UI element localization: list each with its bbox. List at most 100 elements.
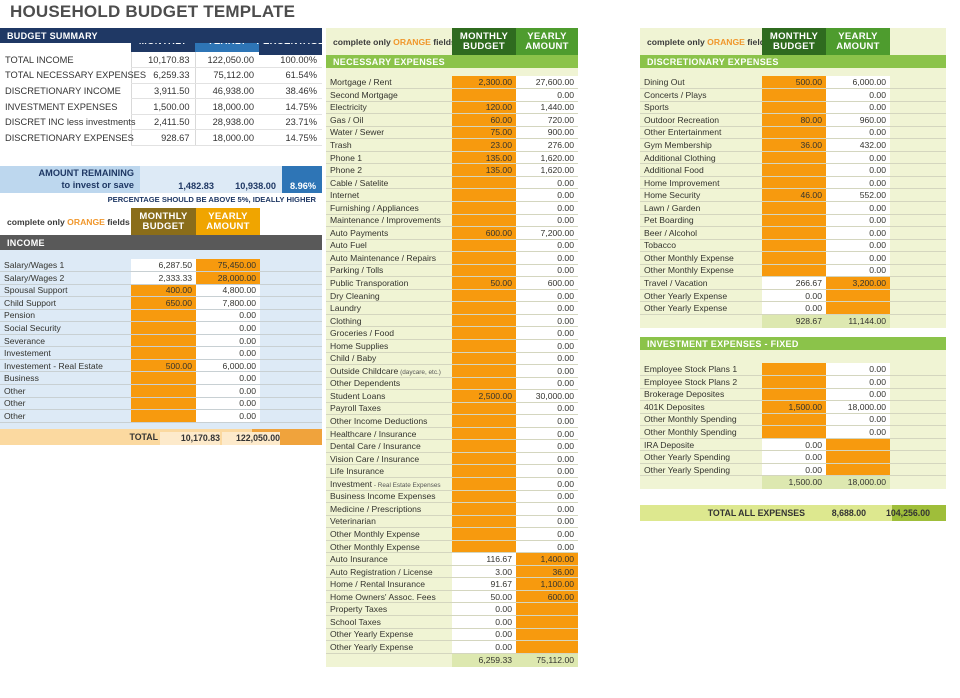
row-yearly-value[interactable]: 18,000.00 bbox=[826, 400, 890, 414]
row-monthly-value[interactable] bbox=[452, 301, 516, 315]
row-yearly-value[interactable]: 0.00 bbox=[826, 176, 890, 190]
row-monthly-value[interactable] bbox=[762, 425, 826, 439]
row-yearly-value[interactable]: 432.00 bbox=[826, 138, 890, 152]
row-yearly-value[interactable]: 0.00 bbox=[516, 402, 578, 416]
row-yearly-value[interactable]: 0.00 bbox=[826, 251, 890, 265]
row-yearly-value[interactable]: 0.00 bbox=[516, 527, 578, 541]
row-monthly-value[interactable]: 500.00 bbox=[131, 359, 196, 373]
row-monthly-value[interactable] bbox=[452, 88, 516, 102]
row-monthly-value[interactable] bbox=[131, 397, 196, 411]
row-yearly-value[interactable]: 0.00 bbox=[826, 151, 890, 165]
row-yearly-value[interactable]: 0.00 bbox=[826, 239, 890, 253]
row-yearly-value[interactable]: 27,600.00 bbox=[516, 76, 578, 90]
row-monthly-value[interactable]: 75.00 bbox=[452, 126, 516, 140]
row-yearly-value[interactable]: 0.00 bbox=[516, 540, 578, 554]
row-monthly-value[interactable]: 135.00 bbox=[452, 151, 516, 165]
row-monthly-value[interactable] bbox=[762, 375, 826, 389]
row-yearly-value[interactable]: 960.00 bbox=[826, 113, 890, 127]
row-yearly-value[interactable]: 0.00 bbox=[196, 309, 260, 323]
row-monthly-value[interactable]: 1,500.00 bbox=[762, 400, 826, 414]
row-monthly-value[interactable]: 60.00 bbox=[452, 113, 516, 127]
row-monthly-value[interactable] bbox=[452, 264, 516, 278]
row-yearly-value[interactable]: 0.00 bbox=[196, 409, 260, 423]
row-yearly-value[interactable]: 1,400.00 bbox=[516, 552, 578, 566]
row-yearly-value[interactable]: 0.00 bbox=[516, 364, 578, 378]
row-yearly-value[interactable]: 0.00 bbox=[826, 201, 890, 215]
necessary-tab-yearly-amount[interactable]: YEARLY AMOUNT bbox=[516, 28, 578, 55]
row-yearly-value[interactable]: 0.00 bbox=[516, 201, 578, 215]
row-monthly-value[interactable] bbox=[762, 226, 826, 240]
row-monthly-value[interactable] bbox=[131, 346, 196, 360]
row-yearly-value[interactable]: 720.00 bbox=[516, 113, 578, 127]
row-monthly-value[interactable]: 91.67 bbox=[452, 577, 516, 591]
row-monthly-value[interactable] bbox=[131, 334, 196, 348]
row-yearly-value[interactable]: 0.00 bbox=[826, 413, 890, 427]
row-monthly-value[interactable]: 0.00 bbox=[762, 289, 826, 303]
row-monthly-value[interactable] bbox=[452, 515, 516, 529]
row-yearly-value[interactable]: 0.00 bbox=[516, 176, 578, 190]
row-yearly-value[interactable]: 0.00 bbox=[196, 371, 260, 385]
row-yearly-value[interactable]: 0.00 bbox=[196, 397, 260, 411]
row-yearly-value[interactable]: 36.00 bbox=[516, 565, 578, 579]
row-yearly-value[interactable]: 0.00 bbox=[516, 490, 578, 504]
row-monthly-value[interactable]: 135.00 bbox=[452, 163, 516, 177]
row-yearly-value[interactable]: 0.00 bbox=[516, 502, 578, 516]
row-monthly-value[interactable] bbox=[762, 88, 826, 102]
row-yearly-value[interactable]: 0.00 bbox=[516, 339, 578, 353]
row-monthly-value[interactable] bbox=[762, 126, 826, 140]
row-monthly-value[interactable]: 0.00 bbox=[762, 463, 826, 477]
row-monthly-value[interactable]: 0.00 bbox=[452, 615, 516, 629]
row-yearly-value[interactable]: 0.00 bbox=[826, 88, 890, 102]
row-monthly-value[interactable]: 2,333.33 bbox=[131, 271, 196, 285]
row-monthly-value[interactable] bbox=[452, 540, 516, 554]
row-yearly-value[interactable]: 0.00 bbox=[826, 425, 890, 439]
row-yearly-value[interactable]: 0.00 bbox=[516, 377, 578, 391]
row-monthly-value[interactable] bbox=[452, 527, 516, 541]
row-monthly-value[interactable]: 46.00 bbox=[762, 188, 826, 202]
row-yearly-value[interactable]: 3,200.00 bbox=[826, 276, 890, 290]
row-yearly-value[interactable] bbox=[516, 615, 578, 629]
row-yearly-value[interactable]: 0.00 bbox=[826, 126, 890, 140]
row-yearly-value[interactable]: 4,800.00 bbox=[196, 284, 260, 298]
row-monthly-value[interactable] bbox=[452, 314, 516, 328]
row-monthly-value[interactable] bbox=[452, 490, 516, 504]
row-monthly-value[interactable] bbox=[131, 384, 196, 398]
row-yearly-value[interactable]: 0.00 bbox=[516, 452, 578, 466]
row-yearly-value[interactable]: 0.00 bbox=[196, 346, 260, 360]
row-yearly-value[interactable]: 28,000.00 bbox=[196, 271, 260, 285]
row-yearly-value[interactable]: 0.00 bbox=[196, 321, 260, 335]
row-monthly-value[interactable] bbox=[762, 101, 826, 115]
row-monthly-value[interactable]: 2,500.00 bbox=[452, 389, 516, 403]
row-monthly-value[interactable] bbox=[762, 176, 826, 190]
row-yearly-value[interactable]: 6,000.00 bbox=[196, 359, 260, 373]
row-yearly-value[interactable]: 0.00 bbox=[516, 301, 578, 315]
row-monthly-value[interactable] bbox=[762, 201, 826, 215]
row-monthly-value[interactable] bbox=[762, 239, 826, 253]
row-monthly-value[interactable] bbox=[131, 321, 196, 335]
row-monthly-value[interactable]: 600.00 bbox=[452, 226, 516, 240]
row-yearly-value[interactable]: 0.00 bbox=[826, 375, 890, 389]
row-monthly-value[interactable] bbox=[452, 439, 516, 453]
row-yearly-value[interactable]: 0.00 bbox=[196, 334, 260, 348]
row-yearly-value[interactable]: 552.00 bbox=[826, 188, 890, 202]
row-yearly-value[interactable]: 0.00 bbox=[826, 101, 890, 115]
row-monthly-value[interactable] bbox=[452, 214, 516, 228]
row-yearly-value[interactable] bbox=[516, 640, 578, 654]
row-yearly-value[interactable]: 6,000.00 bbox=[826, 76, 890, 90]
row-yearly-value[interactable] bbox=[516, 628, 578, 642]
row-yearly-value[interactable]: 7,200.00 bbox=[516, 226, 578, 240]
row-monthly-value[interactable] bbox=[452, 452, 516, 466]
row-yearly-value[interactable]: 0.00 bbox=[516, 326, 578, 340]
row-yearly-value[interactable]: 75,450.00 bbox=[196, 259, 260, 273]
row-yearly-value[interactable]: 900.00 bbox=[516, 126, 578, 140]
row-monthly-value[interactable] bbox=[762, 413, 826, 427]
income-tab-monthly-budget[interactable]: MONTHLY BUDGET bbox=[131, 208, 196, 235]
row-yearly-value[interactable]: 1,620.00 bbox=[516, 151, 578, 165]
row-yearly-value[interactable] bbox=[826, 289, 890, 303]
row-yearly-value[interactable] bbox=[516, 602, 578, 616]
row-yearly-value[interactable]: 0.00 bbox=[516, 352, 578, 366]
row-monthly-value[interactable]: 3.00 bbox=[452, 565, 516, 579]
row-monthly-value[interactable] bbox=[452, 239, 516, 253]
row-monthly-value[interactable]: 0.00 bbox=[452, 602, 516, 616]
row-yearly-value[interactable]: 0.00 bbox=[516, 251, 578, 265]
